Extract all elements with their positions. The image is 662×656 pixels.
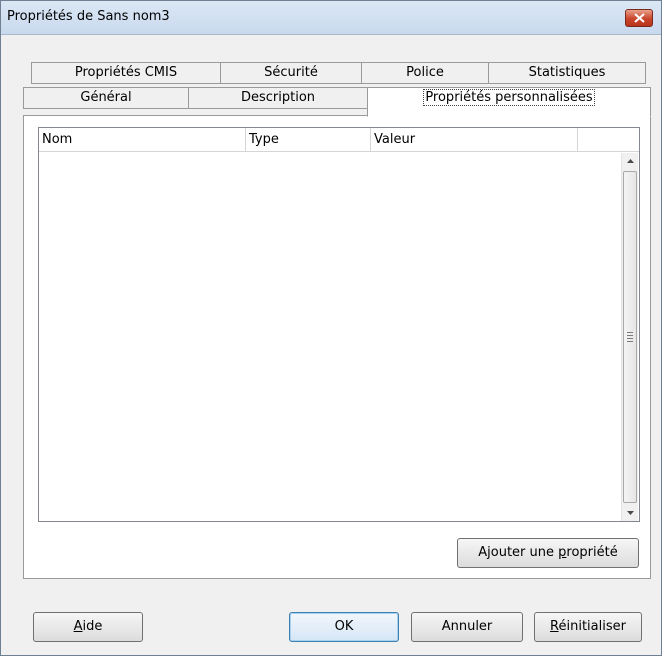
button-label-accel: A [73,619,83,634]
table-body [39,153,621,521]
button-label: ide [82,619,103,634]
tab-proprietes-personnalisees[interactable]: Propriétés personnalisées [367,87,651,117]
button-label: Annuler [441,619,493,634]
button-label: Ajouter une [478,545,559,560]
button-label: éinitialiser [558,619,626,634]
title-bar: Propriétés de Sans nom3 [1,1,661,35]
tab-label: Sécurité [264,65,318,80]
tab-label: Général [80,90,132,105]
tab-proprietes-cmis[interactable]: Propriétés CMIS [31,62,221,84]
scroll-up-arrow-icon [627,159,634,163]
properties-dialog: Propriétés de Sans nom3 Propriétés CMIS … [0,0,662,656]
help-button[interactable]: Aide [33,612,143,642]
column-header-nom[interactable]: Nom [39,128,246,152]
button-label: ropriété [566,545,618,560]
window-title: Propriétés de Sans nom3 [7,9,170,24]
table-header: Nom Type Valeur [39,128,639,152]
tab-label: Statistiques [528,65,606,80]
scrollbar-thumb[interactable] [623,171,637,503]
tab-securite[interactable]: Sécurité [220,62,362,84]
scroll-up-button[interactable] [622,153,639,170]
close-icon [634,13,645,23]
tab-label: Propriétés personnalisées [423,89,595,106]
properties-table: Nom Type Valeur [38,127,640,522]
vertical-scrollbar[interactable] [621,153,638,521]
tab-general[interactable]: Général [23,87,189,109]
tab-police[interactable]: Police [361,62,489,84]
reset-button[interactable]: Réinitialiser [534,612,642,642]
tab-description[interactable]: Description [188,87,368,109]
add-property-button[interactable]: Ajouter une propriété [457,538,639,568]
tab-label: Description [240,90,316,105]
tab-statistiques[interactable]: Statistiques [488,62,646,84]
column-header-type[interactable]: Type [246,128,371,152]
tab-label: Propriétés CMIS [74,65,178,80]
scroll-down-arrow-icon [627,511,634,515]
tab-label: Police [406,65,444,80]
scroll-down-button[interactable] [622,504,639,521]
column-header-valeur[interactable]: Valeur [371,128,578,152]
custom-properties-panel: Nom Type Valeur Ajouter une propriété [23,115,651,579]
ok-button[interactable]: OK [289,612,399,642]
close-button[interactable] [625,9,653,27]
cancel-button[interactable]: Annuler [411,612,523,642]
scrollbar-grip-icon [627,332,633,344]
button-label: OK [334,619,354,634]
